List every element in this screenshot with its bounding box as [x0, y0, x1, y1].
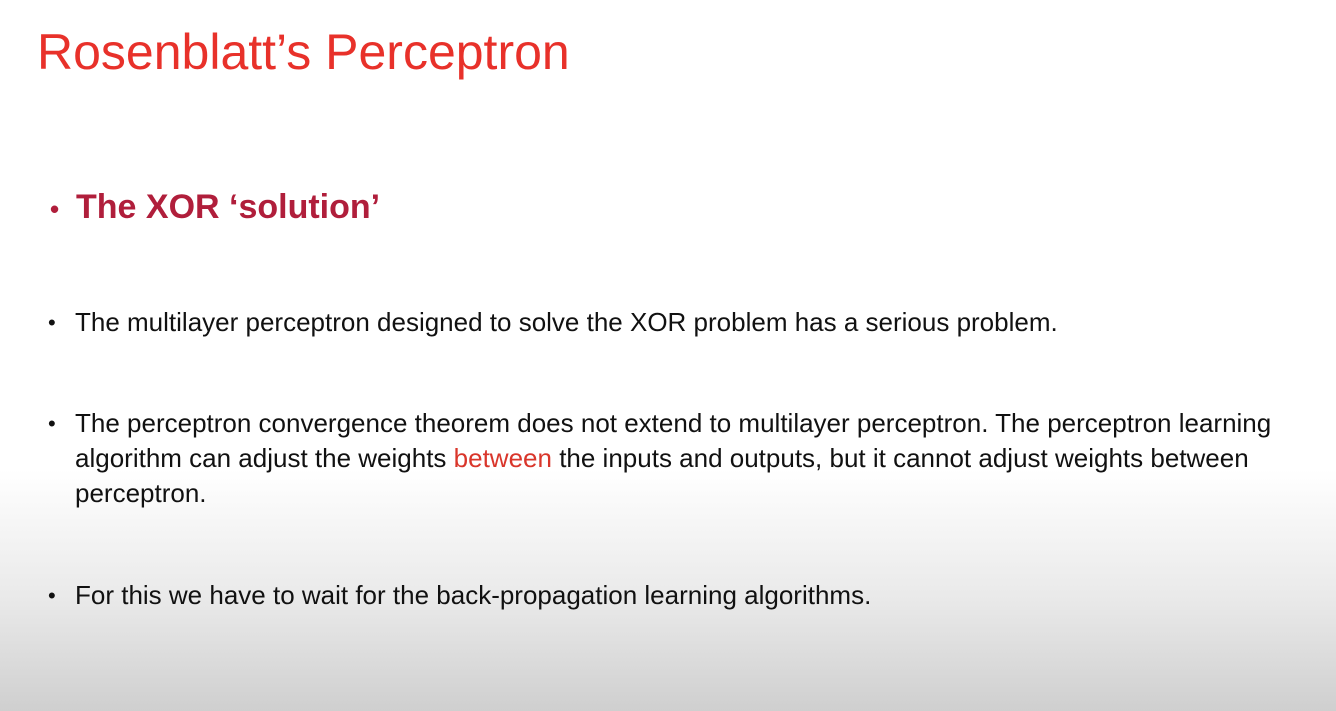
bullet-glyph: •: [48, 411, 56, 436]
bullet-text: For this we have to wait for the back-pr…: [75, 580, 872, 610]
bullet-text: The perceptron convergence theorem does …: [75, 406, 1315, 511]
bullet-item: • The multilayer perceptron designed to …: [48, 305, 1315, 340]
bullet-glyph: •: [48, 310, 56, 335]
slide: Rosenblatt’s Perceptron • The XOR ‘solut…: [0, 0, 1336, 711]
highlighted-word: between: [453, 443, 552, 473]
section-heading: The XOR ‘solution’: [76, 188, 381, 226]
bullet-item: • For this we have to wait for the back-…: [48, 578, 1315, 613]
bullet-item: • The perceptron convergence theorem doe…: [48, 406, 1315, 511]
section-bullet: •: [50, 194, 60, 224]
section-heading-item: • The XOR ‘solution’: [50, 185, 380, 231]
bullet-text: The multilayer perceptron designed to so…: [75, 307, 1058, 337]
bullet-glyph: •: [48, 583, 56, 608]
slide-title: Rosenblatt’s Perceptron: [37, 24, 570, 80]
